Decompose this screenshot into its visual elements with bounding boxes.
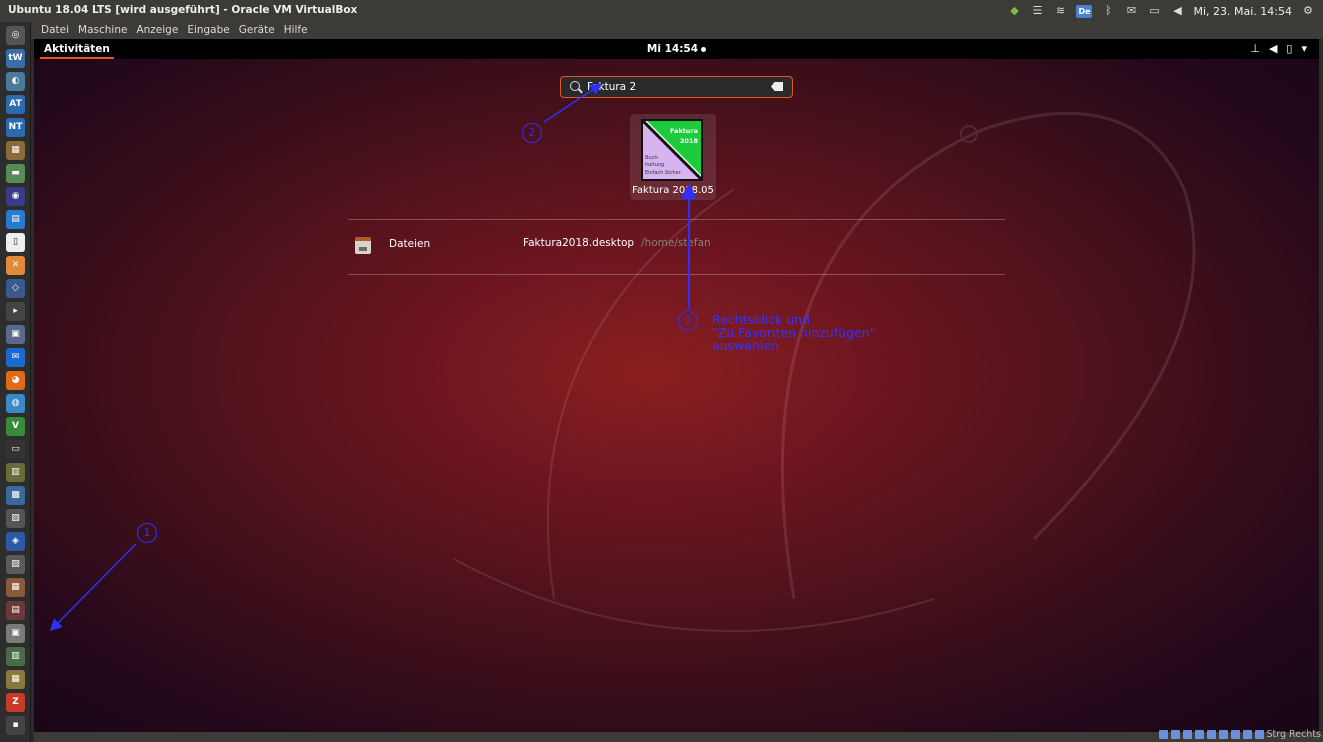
host-tray: ◆ ☰ ≋ De ᛒ ✉ ▭ ◀ Mi, 23. Mai. 14:54 ⚙ xyxy=(1007,2,1315,20)
guest-display[interactable]: Aktivitäten Mi 14:54 ⊥ ◀ ▯ ▾ Faktura 2 F… xyxy=(34,39,1319,732)
host-top-bar: Ubuntu 18.04 LTS [wird ausgeführt] - Ora… xyxy=(0,0,1323,22)
keyboard-layout-icon[interactable]: De xyxy=(1076,4,1093,18)
launcher-console-icon[interactable]: ▭ xyxy=(6,440,25,459)
screen: Ubuntu 18.04 LTS [wird ausgeführt] - Ora… xyxy=(0,0,1323,742)
status-cpu-icon[interactable] xyxy=(1242,730,1252,739)
settings-gear-icon[interactable]: ⚙ xyxy=(1301,4,1315,18)
menu-maschine[interactable]: Maschine xyxy=(78,22,127,39)
launcher-eclipse-icon[interactable]: ◉ xyxy=(6,187,25,206)
updates-icon[interactable]: ◆ xyxy=(1007,4,1021,18)
launcher-nt-icon[interactable]: NT xyxy=(6,118,25,137)
launcher-x-icon[interactable]: ✕ xyxy=(6,256,25,275)
status-icons: Strg Rechts xyxy=(1158,729,1321,740)
status-record-icon[interactable] xyxy=(1230,730,1240,739)
host-datetime[interactable]: Mi, 23. Mai. 14:54 xyxy=(1193,5,1292,18)
launcher-vim-icon[interactable]: V xyxy=(6,417,25,436)
menu-hilfe[interactable]: Hilfe xyxy=(284,22,308,39)
launcher-file-icon[interactable]: ▯ xyxy=(6,233,25,252)
status-cd-icon[interactable] xyxy=(1170,730,1180,739)
launcher-tw-icon[interactable]: tW xyxy=(6,49,25,68)
menu-anzeige[interactable]: Anzeige xyxy=(136,22,178,39)
battery-icon[interactable]: ▭ xyxy=(1147,4,1161,18)
launcher-firefox-icon[interactable]: ◕ xyxy=(6,371,25,390)
host-key-label: Strg Rechts xyxy=(1266,729,1321,740)
annotation-arrows xyxy=(49,83,697,632)
status-display-icon[interactable] xyxy=(1218,730,1228,739)
annotation-number-3: 3 xyxy=(678,311,698,331)
status-network-icon[interactable] xyxy=(1194,730,1204,739)
bluetooth-icon[interactable]: ᛒ xyxy=(1101,4,1115,18)
launcher-app9-icon[interactable]: ▥ xyxy=(6,647,25,666)
status-usb-icon[interactable] xyxy=(1182,730,1192,739)
annotation-number-2: 2 xyxy=(522,123,542,143)
launcher-app11-icon[interactable]: ▪ xyxy=(6,716,25,735)
launcher-tool-icon[interactable]: ▣ xyxy=(6,325,25,344)
launcher-filezilla-icon[interactable]: Z xyxy=(6,693,25,712)
launcher-app3-icon[interactable]: ▩ xyxy=(6,486,25,505)
vbox-menubar: Datei Maschine Anzeige Eingabe Geräte Hi… xyxy=(31,22,1323,39)
launcher-app-icon[interactable]: ▦ xyxy=(6,141,25,160)
launcher-app4-icon[interactable]: ▧ xyxy=(6,509,25,528)
launcher-app10-icon[interactable]: ▦ xyxy=(6,670,25,689)
launcher-screen-icon[interactable]: ▬ xyxy=(6,164,25,183)
window-title: Ubuntu 18.04 LTS [wird ausgeführt] - Ora… xyxy=(8,4,358,16)
arrow-1 xyxy=(49,543,137,632)
mail-icon[interactable]: ✉ xyxy=(1124,4,1138,18)
volume-icon[interactable]: ◀ xyxy=(1170,4,1184,18)
launcher-virtualbox-icon[interactable]: ◈ xyxy=(6,532,25,551)
launcher-code-icon[interactable]: ◇ xyxy=(6,279,25,298)
launcher-at-icon[interactable]: AT xyxy=(6,95,25,114)
launcher-doc-icon[interactable]: ▤ xyxy=(6,210,25,229)
menu-eingabe[interactable]: Eingabe xyxy=(187,22,229,39)
annotation-line-3: auswählen xyxy=(712,338,779,353)
launcher-app8-icon[interactable]: ▣ xyxy=(6,624,25,643)
menu-list-icon[interactable]: ☰ xyxy=(1030,4,1044,18)
menu-geraete[interactable]: Geräte xyxy=(239,22,275,39)
launcher-thunderbird-icon[interactable]: ✉ xyxy=(6,348,25,367)
launcher-app6-icon[interactable]: ▦ xyxy=(6,578,25,597)
arrow-2 xyxy=(543,83,603,123)
launcher-app7-icon[interactable]: ▤ xyxy=(6,601,25,620)
launcher-dash-icon[interactable]: ◎ xyxy=(6,26,25,45)
launcher-app5-icon[interactable]: ▨ xyxy=(6,555,25,574)
status-shared-icon[interactable] xyxy=(1206,730,1216,739)
launcher-web-icon[interactable]: ◍ xyxy=(6,394,25,413)
launcher-terminal-icon[interactable]: ▸ xyxy=(6,302,25,321)
annotation-number-1: 1 xyxy=(137,523,157,543)
host-launcher: ◎ tW ◐ AT NT ▦ ▬ ◉ ▤ ▯ ✕ ◇ ▸ ▣ ✉ ◕ ◍ V ▭… xyxy=(0,22,31,742)
status-mouse-icon[interactable] xyxy=(1254,730,1264,739)
launcher-app2-icon[interactable]: ▥ xyxy=(6,463,25,482)
annotation-note-3: Rechtsklick und "Zu Favoriten hinzufügen… xyxy=(712,313,875,352)
launcher-browser-icon[interactable]: ◐ xyxy=(6,72,25,91)
wifi-icon[interactable]: ≋ xyxy=(1053,4,1067,18)
status-hdd-icon[interactable] xyxy=(1158,730,1168,739)
menu-datei[interactable]: Datei xyxy=(41,22,69,39)
vbox-status-bar: Strg Rechts xyxy=(34,729,1323,742)
